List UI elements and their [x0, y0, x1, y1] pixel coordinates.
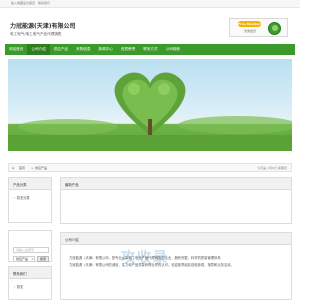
contact-panel-title: 联系我们	[13, 272, 27, 276]
badge-note: 普通会员	[244, 29, 257, 33]
breadcrumb-separator: >	[31, 166, 34, 170]
breadcrumb: ⌂ 首页 > 供应产品 今天是 2月6日 星期四	[8, 163, 292, 172]
member-badge-icon	[268, 22, 281, 35]
current-date: 今天是 2月6日 星期四	[257, 166, 287, 170]
chevron-down-icon: ▾	[31, 257, 33, 261]
nav-item-honors[interactable]: 资质荣誉	[117, 44, 139, 55]
intro-line: 力冠能源（天津）有限公司，是专业从事电工电气产品代理销售的企业，拥有完整、科学的…	[69, 256, 221, 260]
nav-item-news[interactable]: 新闻中心	[95, 44, 117, 55]
main-nav: 网站首页 公司介绍 供应产品 采购信息 新闻中心 资质荣誉 联系方式 公司相册	[5, 44, 295, 55]
add-favorite-link[interactable]: 加入收藏	[11, 1, 23, 5]
contact-item[interactable]: 暂无	[14, 284, 23, 289]
search-button[interactable]: 搜索	[37, 256, 49, 262]
intro-text: 力冠能源（天津）有限公司，是专业从事电工电气产品代理销售的企业，拥有完整、科学的…	[69, 255, 287, 269]
membership-badge: Free Member 普通会员	[229, 18, 288, 37]
company-slogan: 电工电气/电工电气产品代理销售	[10, 32, 62, 36]
hero-banner	[8, 59, 292, 151]
top-bar: 加入收藏 设为首页 联系我们	[0, 0, 300, 8]
search-panel: 请输入关键字 供应产品 ▾ 搜索	[8, 230, 52, 262]
badge-label: Free Member	[238, 21, 261, 27]
intro-panel-title: 公司介绍	[65, 238, 79, 242]
set-homepage-link[interactable]: 设为首页	[23, 1, 35, 5]
company-name: 力冠能源(天津)有限公司	[10, 23, 76, 30]
nav-item-about[interactable]: 公司介绍	[27, 44, 50, 55]
search-type-select[interactable]: 供应产品 ▾	[13, 256, 35, 262]
contact-us-link[interactable]: 联系我们	[38, 1, 50, 5]
category-panel: 产品分类 暂无分类	[8, 177, 52, 223]
category-panel-title: 产品分类	[13, 183, 27, 187]
nav-item-contact[interactable]: 联系方式	[139, 44, 161, 55]
intro-line: 力冠能源（天津）有限公司的诚信、实力和产品质量获得业界的认可。欢迎各界朋友莅临参…	[69, 263, 234, 267]
heart-tree-illustration	[8, 72, 292, 151]
nav-item-home[interactable]: 网站首页	[5, 44, 27, 55]
intro-panel: 公司介绍 攻收录 力冠能源（天津）有限公司，是专业从事电工电气产品代理销售的企业…	[60, 232, 292, 300]
contact-panel: 联系我们 暂无	[8, 266, 52, 300]
breadcrumb-home[interactable]: 首页	[19, 166, 25, 170]
home-icon[interactable]: ⌂	[12, 166, 15, 170]
nav-item-products[interactable]: 供应产品	[50, 44, 72, 55]
nav-item-purchase[interactable]: 采购信息	[72, 44, 94, 55]
category-item[interactable]: 暂无分类	[14, 195, 30, 200]
search-type-value: 供应产品	[16, 257, 29, 261]
products-panel-title: 最新产品	[65, 183, 79, 187]
breadcrumb-current: 供应产品	[35, 166, 48, 170]
search-input[interactable]: 请输入关键字	[13, 247, 49, 253]
products-panel: 最新产品	[60, 177, 292, 224]
nav-item-album[interactable]: 公司相册	[162, 44, 184, 55]
